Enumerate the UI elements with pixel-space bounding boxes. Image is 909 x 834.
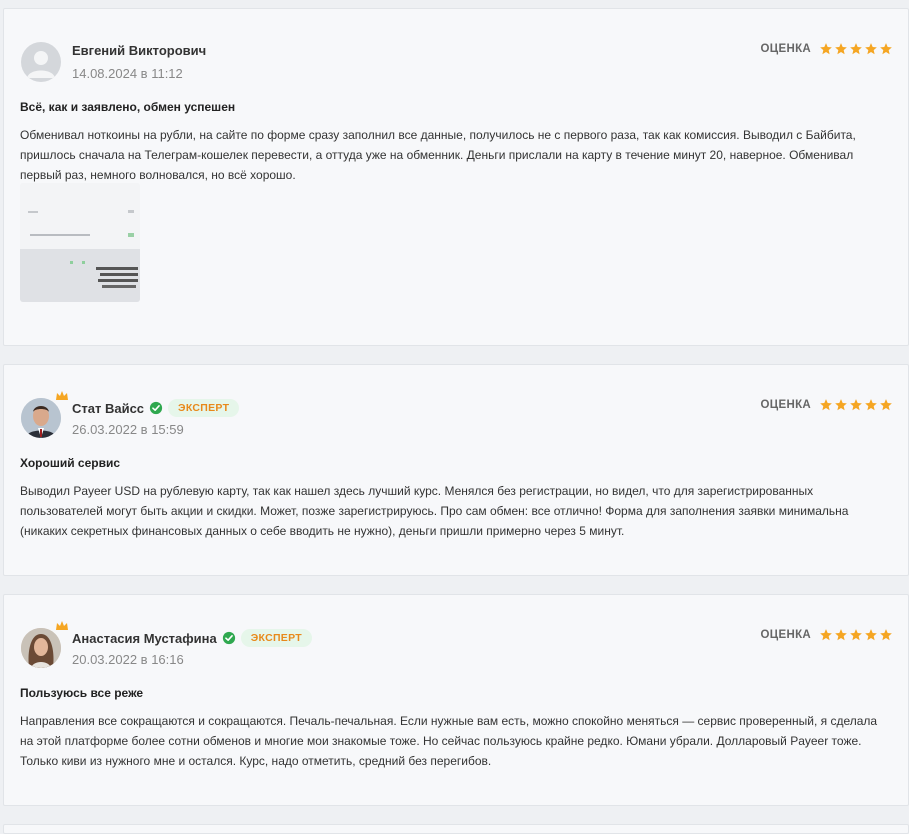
review-text: Выводил Payeer USD на рублевую карту, та…	[20, 484, 849, 538]
star-icon	[835, 629, 847, 641]
star-rating	[819, 42, 893, 56]
star-icon	[865, 399, 877, 411]
star-rating	[819, 628, 893, 642]
author-name[interactable]: Евгений Викторович	[72, 43, 206, 58]
review-card	[3, 824, 909, 834]
star-icon	[865, 629, 877, 641]
star-icon	[865, 43, 877, 55]
review-card: Евгений Викторович 14.08.2024 в 11:12 ОЦ…	[3, 8, 909, 346]
rating-label: ОЦЕНКА	[760, 629, 811, 641]
avatar[interactable]	[21, 42, 61, 82]
review-text: Обменивал ноткоины на рубли, на сайте по…	[20, 128, 856, 182]
verified-check-icon	[222, 631, 235, 645]
review-title: Хороший сервис	[20, 456, 121, 470]
review-card: Стат Вайсс ЭКСПЕРТ 26.03.2022 в 15:59 ОЦ…	[3, 364, 909, 576]
default-user-icon	[27, 51, 55, 78]
review-date: 20.03.2022 в 16:16	[72, 652, 184, 667]
expert-badge: ЭКСПЕРТ	[168, 399, 240, 417]
review-text: Направления все сокращаются и сокращаютс…	[20, 714, 878, 768]
screenshot-preview-image	[20, 183, 140, 302]
user-photo	[21, 398, 61, 438]
review-card: Анастасия Мустафина ЭКСПЕРТ 20.03.2022 в…	[3, 594, 909, 806]
star-icon	[835, 43, 847, 55]
star-icon	[850, 43, 862, 55]
star-icon	[820, 43, 832, 55]
star-icon	[835, 399, 847, 411]
rating-label: ОЦЕНКА	[760, 43, 811, 55]
star-icon	[880, 399, 892, 411]
crown-icon	[56, 391, 68, 400]
review-title: Всё, как и заявлено, обмен успешен	[20, 100, 236, 114]
review-date: 14.08.2024 в 11:12	[72, 66, 183, 81]
star-icon	[850, 629, 862, 641]
attachment-thumbnail[interactable]	[20, 183, 140, 302]
review-date: 26.03.2022 в 15:59	[72, 422, 184, 437]
star-icon	[820, 399, 832, 411]
review-title: Пользуюсь все реже	[20, 686, 144, 700]
rating-label: ОЦЕНКА	[760, 399, 811, 411]
star-rating	[819, 398, 893, 412]
star-icon	[820, 629, 832, 641]
author-name[interactable]: Стат Вайсс	[72, 401, 144, 416]
star-icon	[880, 43, 892, 55]
rating: ОЦЕНКА	[761, 42, 893, 56]
crown-icon	[56, 621, 68, 630]
rating: ОЦЕНКА	[761, 628, 893, 642]
avatar[interactable]	[21, 621, 68, 668]
avatar[interactable]	[21, 391, 68, 438]
star-icon	[850, 399, 862, 411]
rating: ОЦЕНКА	[761, 398, 893, 412]
user-photo	[21, 628, 61, 668]
author-name[interactable]: Анастасия Мустафина	[72, 631, 217, 646]
star-icon	[880, 629, 892, 641]
expert-badge: ЭКСПЕРТ	[240, 629, 312, 647]
verified-check-icon	[149, 401, 163, 415]
